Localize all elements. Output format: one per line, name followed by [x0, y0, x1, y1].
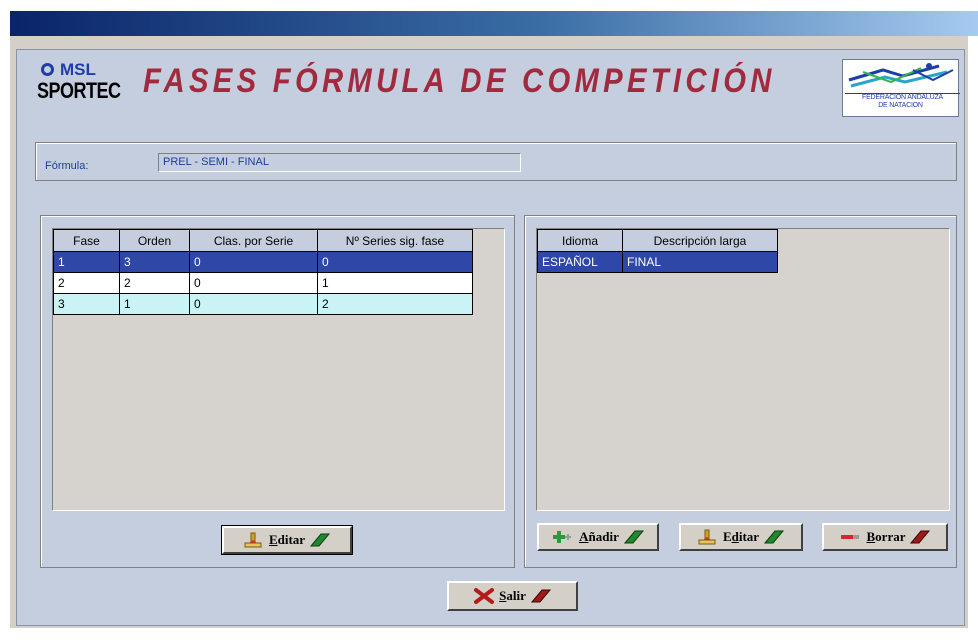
table-row[interactable]: ESPAÑOL FINAL: [537, 251, 778, 273]
phases-edit-accel: E: [268, 532, 278, 547]
window-frame: MSL SPORTEC FASES FÓRMULA DE COMPETICIÓN…: [10, 36, 968, 628]
column-header-idioma[interactable]: Idioma: [537, 229, 623, 252]
phases-panel: Fase Orden Clas. por Serie Nº Series sig…: [40, 215, 515, 568]
federation-line1: FEDERACION ANDALUZA: [845, 93, 960, 101]
cell-series[interactable]: 2: [317, 293, 473, 315]
cell-clas[interactable]: 0: [189, 272, 318, 294]
column-header-descripcion-larga[interactable]: Descripción larga: [622, 229, 778, 252]
desc-edit-accel: d: [731, 529, 739, 544]
edit-icon: [244, 532, 262, 548]
column-header-clas-por-serie[interactable]: Clas. por Serie: [189, 229, 318, 252]
cell-fase[interactable]: 1: [53, 251, 120, 273]
red-slash-icon: [910, 530, 931, 544]
column-header-series-sig-fase[interactable]: Nº Series sig. fase: [317, 229, 473, 252]
table-row[interactable]: 1 3 0 0: [53, 251, 473, 273]
phases-grid[interactable]: Fase Orden Clas. por Serie Nº Series sig…: [52, 228, 505, 511]
descriptions-table[interactable]: Idioma Descripción larga ESPAÑOL FINAL: [537, 229, 778, 273]
table-row[interactable]: 3 1 0 2: [53, 293, 473, 315]
exit-label: alir: [506, 588, 526, 603]
cell-fase[interactable]: 2: [53, 272, 120, 294]
msl-sportec-logo: MSL SPORTEC: [37, 60, 121, 112]
swimmers-icon: [848, 63, 954, 88]
form-panel: MSL SPORTEC FASES FÓRMULA DE COMPETICIÓN…: [16, 49, 965, 626]
cell-series[interactable]: 1: [317, 272, 473, 294]
delete-accel: B: [866, 529, 876, 544]
column-header-fase[interactable]: Fase: [53, 229, 120, 252]
msl-ring-icon: [41, 63, 54, 76]
edit-icon: [698, 529, 716, 545]
add-accel: A: [579, 529, 589, 544]
cell-clas[interactable]: 0: [189, 293, 318, 315]
cell-descripcion[interactable]: FINAL: [622, 251, 778, 273]
page-title: FASES FÓRMULA DE COMPETICIÓN: [143, 62, 776, 100]
red-slash-icon: [530, 589, 551, 603]
desc-edit-label: itar: [738, 529, 760, 544]
cell-series[interactable]: 0: [317, 251, 473, 273]
column-header-orden[interactable]: Orden: [119, 229, 190, 252]
formula-field[interactable]: PREL - SEMI - FINAL: [158, 153, 521, 172]
descriptions-grid[interactable]: Idioma Descripción larga ESPAÑOL FINAL: [536, 228, 950, 511]
phases-edit-label: ditar: [277, 532, 306, 547]
table-row[interactable]: 2 2 0 1: [53, 272, 473, 294]
plus-icon: [553, 531, 572, 543]
federation-line2: DE NATACION: [878, 102, 923, 109]
add-button[interactable]: Añadir: [537, 523, 659, 551]
cell-idioma[interactable]: ESPAÑOL: [537, 251, 623, 273]
exit-button[interactable]: Salir: [447, 581, 578, 611]
phases-edit-button[interactable]: Editar: [221, 525, 353, 555]
cell-clas[interactable]: 0: [189, 251, 318, 273]
logo-sportec-text: SPORTEC: [37, 78, 121, 103]
cell-orden[interactable]: 2: [119, 272, 190, 294]
descriptions-edit-button[interactable]: Editar: [679, 523, 803, 551]
cell-orden[interactable]: 1: [119, 293, 190, 315]
descriptions-panel: Idioma Descripción larga ESPAÑOL FINAL A…: [524, 215, 957, 568]
add-label: ñadir: [588, 529, 619, 544]
delete-label: orrar: [875, 529, 906, 544]
green-slash-icon: [623, 530, 644, 544]
green-slash-icon: [309, 533, 331, 547]
delete-button[interactable]: Borrar: [822, 523, 948, 551]
federation-logo: FEDERACION ANDALUZA DE NATACION: [842, 59, 960, 117]
desc-edit-pre: E: [722, 529, 732, 544]
phases-table[interactable]: Fase Orden Clas. por Serie Nº Series sig…: [53, 229, 473, 315]
minus-icon: [840, 535, 859, 539]
logo-msl-text: MSL: [60, 60, 96, 79]
close-x-icon: [474, 588, 495, 604]
cell-fase[interactable]: 3: [53, 293, 120, 315]
window-titlebar[interactable]: [10, 11, 978, 36]
formula-label: Fórmula:: [45, 160, 89, 172]
green-slash-icon: [763, 530, 785, 544]
cell-orden[interactable]: 3: [119, 251, 190, 273]
